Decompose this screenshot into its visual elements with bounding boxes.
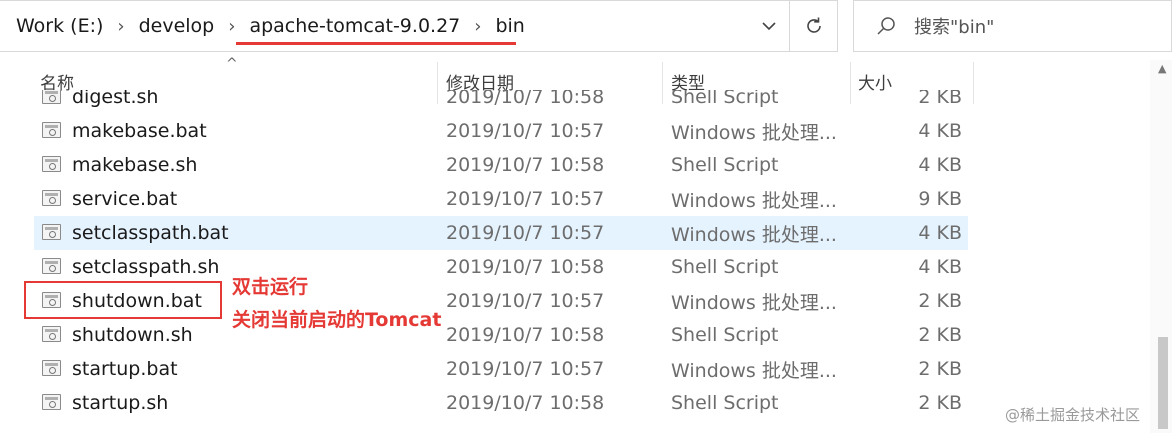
refresh-button[interactable] (790, 0, 838, 52)
file-list: digest.sh 2019/10/7 10:58 Shell Script 2… (0, 90, 1172, 420)
path-highlight-underline (236, 42, 516, 45)
file-row[interactable]: makebase.sh 2019/10/7 10:58 Shell Script 4 … (34, 148, 968, 182)
breadcrumb-tomcat[interactable]: apache-tomcat-9.0.27 (249, 15, 460, 37)
chevron-down-icon (762, 22, 776, 31)
file-date: 2019/10/7 10:58 (446, 90, 605, 108)
file-type: Windows 批处理... (671, 291, 837, 314)
file-name: service.bat (72, 188, 178, 210)
annotation-line-1: 双击运行 (232, 276, 309, 298)
breadcrumb-bin[interactable]: bin (495, 15, 524, 37)
batch-file-icon (42, 360, 61, 376)
sort-ascending-icon: ^ (226, 56, 238, 72)
file-size: 2 KB (918, 90, 962, 108)
breadcrumb-drive[interactable]: Work (E:) (16, 15, 103, 37)
file-size: 2 KB (918, 358, 962, 380)
file-size: 4 KB (918, 154, 962, 176)
file-name: startup.bat (72, 358, 178, 380)
file-date: 2019/10/7 10:57 (446, 222, 605, 244)
batch-file-icon (42, 224, 61, 240)
watermark: @稀土掘金技术社区 (1005, 406, 1141, 424)
search-input[interactable]: 搜索"bin" (914, 13, 994, 39)
breadcrumb-separator-icon: › (228, 15, 236, 37)
file-type: Shell Script (671, 90, 779, 108)
file-row-partial[interactable]: digest.sh 2019/10/7 10:58 Shell Script 2… (34, 90, 968, 114)
annotation-line-2: 关闭当前启动的Tomcat (232, 309, 442, 331)
file-type: Shell Script (671, 324, 779, 346)
file-name: makebase.bat (72, 120, 207, 142)
batch-file-icon (42, 156, 61, 172)
file-date: 2019/10/7 10:57 (446, 358, 605, 380)
refresh-icon (806, 17, 821, 33)
file-row[interactable]: shutdown.sh 2019/10/7 10:58 Shell Script 2 … (34, 318, 968, 352)
file-type: Windows 批处理... (671, 223, 837, 246)
file-type: Windows 批处理... (671, 121, 837, 144)
file-size: 4 KB (918, 256, 962, 278)
highlight-box-shutdown (24, 281, 222, 319)
file-row[interactable]: service.bat 2019/10/7 10:57 Windows 批处理...… (34, 182, 968, 216)
file-name: startup.sh (72, 392, 169, 414)
scrollbar-thumb[interactable] (1158, 337, 1168, 429)
file-size: 2 KB (918, 324, 962, 346)
batch-file-icon (42, 90, 61, 104)
breadcrumb-separator-icon: › (117, 15, 125, 37)
file-size: 4 KB (918, 222, 962, 244)
file-date: 2019/10/7 10:58 (446, 154, 605, 176)
scroll-up-arrow-icon[interactable]: ▲ (1158, 62, 1166, 75)
batch-file-icon (42, 122, 61, 138)
file-name: shutdown.sh (72, 324, 193, 346)
file-date: 2019/10/7 10:57 (446, 120, 605, 142)
file-name: setclasspath.sh (72, 256, 220, 278)
file-size: 9 KB (918, 188, 962, 210)
file-row[interactable]: startup.bat 2019/10/7 10:57 Windows 批处理...… (34, 352, 968, 386)
file-size: 2 KB (918, 392, 962, 414)
address-history-dropdown[interactable] (748, 0, 790, 52)
file-type: Shell Script (671, 392, 779, 414)
search-icon (877, 17, 895, 35)
file-date: 2019/10/7 10:58 (446, 392, 605, 414)
file-type: Windows 批处理... (671, 189, 837, 212)
file-date: 2019/10/7 10:57 (446, 188, 605, 210)
file-type: Shell Script (671, 256, 779, 278)
search-box[interactable]: 搜索"bin" (853, 0, 1172, 52)
file-date: 2019/10/7 10:57 (446, 290, 605, 312)
file-size: 2 KB (918, 290, 962, 312)
file-name: digest.sh (72, 90, 159, 108)
breadcrumb-develop[interactable]: develop (139, 15, 215, 37)
file-row[interactable]: setclasspath.bat 2019/10/7 10:57 Windows 批… (34, 216, 968, 250)
file-row[interactable]: startup.sh 2019/10/7 10:58 Shell Script 2 K… (34, 386, 968, 420)
file-type: Shell Script (671, 154, 779, 176)
breadcrumb-separator-icon: › (474, 15, 482, 37)
file-row[interactable]: makebase.bat 2019/10/7 10:57 Windows 批处理..… (34, 114, 968, 148)
batch-file-icon (42, 326, 61, 342)
file-date: 2019/10/7 10:58 (446, 256, 605, 278)
file-name: setclasspath.bat (72, 222, 229, 244)
file-size: 4 KB (918, 120, 962, 142)
file-date: 2019/10/7 10:58 (446, 324, 605, 346)
batch-file-icon (42, 258, 61, 274)
file-type: Windows 批处理... (671, 359, 837, 382)
batch-file-icon (42, 190, 61, 206)
file-name: makebase.sh (72, 154, 198, 176)
batch-file-icon (42, 394, 61, 410)
file-row[interactable]: setclasspath.sh 2019/10/7 10:58 Shell Scri… (34, 250, 968, 284)
